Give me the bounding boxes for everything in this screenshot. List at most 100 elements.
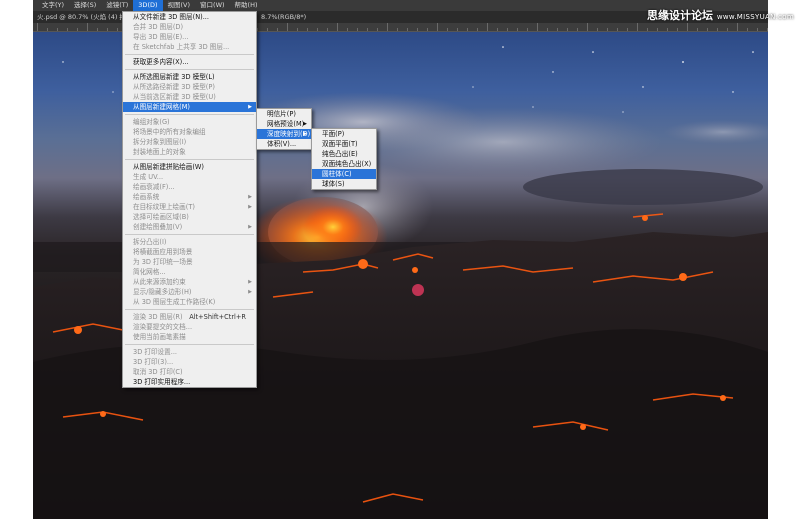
ruler-tick [287, 23, 288, 31]
menu-item-label: 在 Sketchfab 上共享 3D 图层... [133, 43, 230, 51]
submenu-arrow-icon: ▶ [248, 204, 252, 210]
menu-item[interactable]: 渲染要提交的文档... [123, 322, 256, 332]
submenu-item[interactable]: 网格预设(M) ▶ [257, 119, 311, 129]
menu-item-label: 双面平面(T) [322, 140, 358, 148]
menu-item[interactable]: 拆分对象到图层(I) [123, 137, 256, 147]
menu-item[interactable]: 封装地面上的对象 [123, 147, 256, 157]
menu-item[interactable]: 合并 3D 图层(D) [123, 22, 256, 32]
menu-item-label: 将场景中的所有对象编组 [133, 128, 206, 136]
menu-window[interactable]: 窗口(W) [195, 0, 230, 11]
menu-item-label: 拆分凸出(I) [133, 238, 167, 246]
submenu-item[interactable]: 圆柱体(C) [312, 169, 376, 179]
menu-item[interactable]: 从所选路径新建 3D 模型(P) [123, 82, 256, 92]
menu-item[interactable]: 显示/隐藏多边形(H) ▶ [123, 287, 256, 297]
menu-item-label: 在目标纹理上绘画(T) [133, 203, 195, 211]
menu-item[interactable]: 取消 3D 打印(C) [123, 367, 256, 377]
menu-item[interactable]: 创建绘图叠加(V) ▶ [123, 222, 256, 232]
menu-item-label: 3D 打印(3)... [133, 358, 174, 366]
menu-item-label: 编组对象(G) [133, 118, 170, 126]
menu-item[interactable]: 选择可绘画区域(B) [123, 212, 256, 222]
menu-item[interactable]: 将横截面应用到场景 [123, 247, 256, 257]
menu-item-label: 从 3D 图层生成工作路径(K) [133, 298, 216, 306]
menu-view[interactable]: 视图(V) [163, 0, 196, 11]
menu-item-label: 为 3D 打印统一场景 [133, 258, 193, 266]
submenu-item[interactable]: 纯色凸出(E) [312, 149, 376, 159]
menu-item[interactable]: 编组对象(G) [123, 117, 256, 127]
menu-item[interactable]: 从当前选区新建 3D 模型(U) [123, 92, 256, 102]
menu-item-label: 绘画衰减(F)... [133, 183, 175, 191]
menu-item[interactable]: 绘画系统 ▶ [123, 192, 256, 202]
menu-item[interactable]: 绘画衰减(F)... [123, 182, 256, 192]
menu-item[interactable]: 从所选图层新建 3D 模型(L) [123, 72, 256, 82]
ruler-tick [87, 23, 88, 31]
ruler-tick [637, 23, 638, 31]
ruler-tick [337, 23, 338, 31]
menu-item-label: 简化网格... [133, 268, 166, 276]
menu-item-label: 体积(V)... [267, 140, 297, 148]
menu-separator [125, 69, 254, 70]
menu-item[interactable]: 从图层新建拼贴绘画(W) [123, 162, 256, 172]
menu-item-label: 封装地面上的对象 [133, 148, 186, 156]
menu-3d[interactable]: 3D(D) [133, 0, 163, 11]
submenu-item[interactable]: 球体(S) [312, 179, 376, 189]
submenu-item[interactable]: 深度映射到(D) ▶ [257, 129, 311, 139]
menu-item[interactable]: 拆分凸出(I) [123, 237, 256, 247]
menu-item-shortcut: Alt+Shift+Ctrl+R [189, 313, 246, 321]
ruler-tick [587, 23, 588, 31]
menu-filter[interactable]: 滤镜(T) [101, 0, 133, 11]
menu-item[interactable]: 渲染 3D 图层(R) Alt+Shift+Ctrl+R [123, 312, 256, 322]
menu-item-label: 选择可绘画区域(B) [133, 213, 189, 221]
menu-separator [125, 114, 254, 115]
submenu-arrow-icon: ▶ [248, 224, 252, 230]
menu-item-label: 球体(S) [322, 180, 345, 188]
submenu-item[interactable]: 平面(P) [312, 129, 376, 139]
menu-item-label: 使用当前画笔素描 [133, 333, 186, 341]
menu-item-label: 从文件新建 3D 图层(N)... [133, 13, 209, 21]
menu-3d-dropdown: 从文件新建 3D 图层(N)... 合并 3D 图层(D) 导出 3D 图层(E).… [122, 11, 257, 388]
document-tab-title: 火.psd @ 80.7% (火焰 (4) 拷 [37, 13, 126, 21]
menu-item[interactable]: 生成 UV... [123, 172, 256, 182]
ruler-tick [437, 23, 438, 31]
menu-item-label: 合并 3D 图层(D) [133, 23, 184, 31]
menu-item[interactable]: 从图层新建网格(M) ▶ [123, 102, 256, 112]
submenu-item[interactable]: 双面平面(T) [312, 139, 376, 149]
menu-item-label: 3D 打印设置... [133, 348, 178, 356]
menu-item[interactable]: 3D 打印实用程序... [123, 377, 256, 387]
menu-item-label: 渲染要提交的文档... [133, 323, 193, 331]
menu-help[interactable]: 帮助(H) [230, 0, 263, 11]
menu-item-label: 创建绘图叠加(V) [133, 223, 183, 231]
ruler-tick [737, 23, 738, 31]
menu-separator [125, 159, 254, 160]
menu-separator [125, 344, 254, 345]
menu-item[interactable]: 从 3D 图层生成工作路径(K) [123, 297, 256, 307]
menu-item-label: 3D 打印实用程序... [133, 378, 191, 386]
menu-item[interactable]: 导出 3D 图层(E)... [123, 32, 256, 42]
menu-type[interactable]: 文字(Y) [37, 0, 69, 11]
menu-item-label: 双面纯色凸出(X) [322, 160, 372, 168]
menu-item[interactable]: 简化网格... [123, 267, 256, 277]
menu-item-label: 生成 UV... [133, 173, 164, 181]
submenu-item[interactable]: 明信片(P) [257, 109, 311, 119]
menu-item[interactable]: 在目标纹理上绘画(T) ▶ [123, 202, 256, 212]
menu-item[interactable]: 在 Sketchfab 上共享 3D 图层... [123, 42, 256, 52]
menu-select[interactable]: 选择(S) [69, 0, 101, 11]
menu-item-label: 从当前选区新建 3D 模型(U) [133, 93, 216, 101]
submenu-item[interactable]: 体积(V)... [257, 139, 311, 149]
menu-item[interactable]: 使用当前画笔素描 [123, 332, 256, 342]
menu-item-label: 明信片(P) [267, 110, 296, 118]
menu-item[interactable]: 获取更多内容(X)... [123, 57, 256, 67]
menu-item[interactable]: 3D 打印设置... [123, 347, 256, 357]
menu-item-label: 导出 3D 图层(E)... [133, 33, 189, 41]
menu-item[interactable]: 将场景中的所有对象编组 [123, 127, 256, 137]
menu-item[interactable]: 为 3D 打印统一场景 [123, 257, 256, 267]
menu-item[interactable]: 从文件新建 3D 图层(N)... [123, 12, 256, 22]
menu-item[interactable]: 3D 打印(3)... [123, 357, 256, 367]
menu-item[interactable]: 从此来源添加约束 ▶ [123, 277, 256, 287]
submenu-item[interactable]: 双面纯色凸出(X) [312, 159, 376, 169]
ruler-tick [687, 23, 688, 31]
menu-item-label: 显示/隐藏多边形(H) [133, 288, 192, 296]
submenu-arrow-icon: ▶ [248, 104, 252, 110]
submenu-arrow-icon: ▶ [248, 194, 252, 200]
menu-item-label: 绘画系统 [133, 193, 160, 201]
menu-item-label: 从图层新建拼贴绘画(W) [133, 163, 205, 171]
